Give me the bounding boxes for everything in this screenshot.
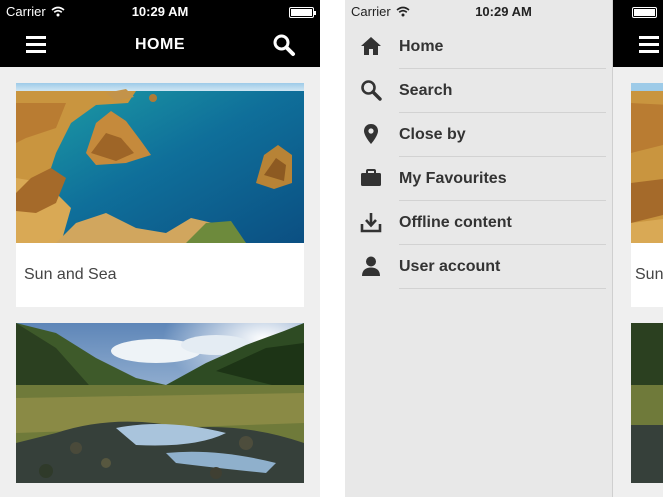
- status-bar: Carrier 10:29 AM: [0, 0, 320, 24]
- home-screen: Carrier 10:29 AM HOME Sun and Sea: [0, 0, 320, 497]
- main-content-peek[interactable]: Sun: [613, 0, 663, 497]
- menu-item-close-by[interactable]: Close by: [345, 113, 612, 157]
- side-drawer: Carrier 10:29 AM Home Search Close by My…: [345, 0, 613, 497]
- article-card[interactable]: [16, 323, 304, 483]
- home-icon: [361, 37, 381, 55]
- download-icon: [360, 213, 382, 233]
- menu-item-label: Home: [399, 38, 444, 55]
- battery-icon: [289, 7, 316, 18]
- menu-item-offline-content[interactable]: Offline content: [345, 201, 612, 245]
- menu-item-label: User account: [399, 258, 501, 275]
- card-photo-coast: [631, 83, 663, 243]
- status-bar: Carrier 10:29 AM: [345, 0, 612, 24]
- battery-icon: [632, 7, 657, 18]
- drawer-menu: Home Search Close by My Favourites Offli…: [345, 25, 612, 289]
- menu-screen: Carrier 10:29 AM Home Search Close by My…: [345, 0, 663, 497]
- briefcase-icon: [361, 169, 381, 186]
- menu-item-label: My Favourites: [399, 170, 507, 187]
- user-icon: [362, 256, 380, 276]
- search-icon[interactable]: [272, 33, 296, 57]
- menu-item-home[interactable]: Home: [345, 25, 612, 69]
- menu-item-user-account[interactable]: User account: [345, 245, 612, 289]
- navbar: Carrier 10:29 AM HOME: [0, 0, 320, 67]
- menu-item-search[interactable]: Search: [345, 69, 612, 113]
- navbar: [613, 0, 663, 67]
- card-photo-highlands: [631, 323, 663, 483]
- clock: 10:29 AM: [131, 4, 189, 19]
- article-card[interactable]: [631, 323, 663, 483]
- divider: [399, 288, 606, 289]
- menu-item-label: Search: [399, 82, 453, 99]
- search-icon: [361, 80, 382, 101]
- article-card[interactable]: Sun and Sea: [16, 83, 304, 307]
- article-card[interactable]: Sun: [631, 83, 663, 307]
- menu-item-label: Close by: [399, 126, 466, 143]
- card-photo-highlands: [16, 323, 304, 483]
- card-title-fragment: Sun: [635, 266, 663, 283]
- location-pin-icon: [364, 124, 378, 144]
- card-title: Sun and Sea: [24, 266, 117, 283]
- hamburger-menu-button[interactable]: [639, 36, 659, 57]
- menu-item-my-favourites[interactable]: My Favourites: [345, 157, 612, 201]
- menu-item-label: Offline content: [399, 214, 512, 231]
- card-photo-coast: [16, 83, 304, 243]
